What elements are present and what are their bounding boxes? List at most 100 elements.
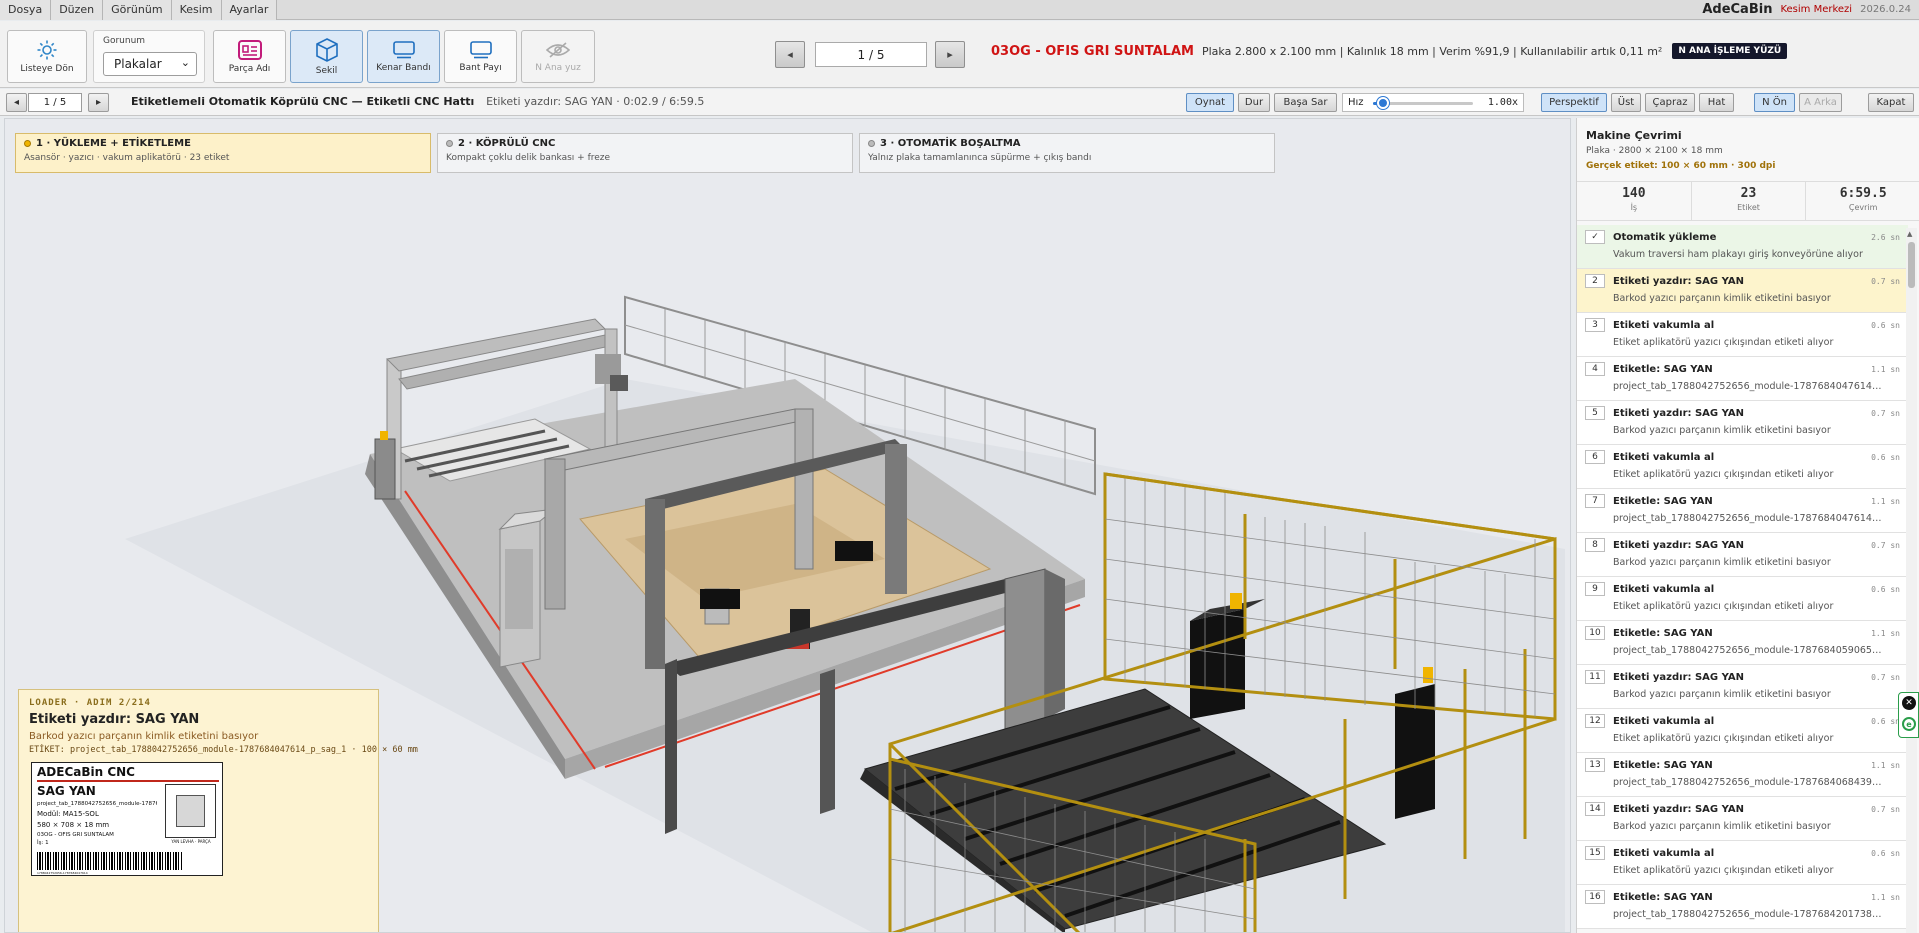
label-thumb-text: YAN LEVHA · PARÇA [171, 839, 211, 844]
label-material: 03OG - OFIS GRI SUNTALAM [37, 832, 114, 838]
step-row[interactable]: 10 Etiketle: SAG YAN project_tab_178804275… [1577, 621, 1908, 665]
view-select[interactable]: Plakalar ⌄ [103, 52, 197, 76]
edge-band-button[interactable]: Kenar Bandı [367, 30, 440, 83]
step-row[interactable]: 3 Etiketi vakumla al Etiket aplikatörü yaz… [1577, 313, 1908, 357]
stage-cnc-label: 2 · KÖPRÜLÜ CNC [458, 138, 556, 149]
sheet-details: Plaka 2.800 x 2.100 mm | Kalınlık 18 mm … [1201, 44, 1663, 58]
chevron-left-icon: ◂ [787, 48, 793, 61]
step-row[interactable]: 4 Etiketle: SAG YAN project_tab_1788042752… [1577, 357, 1908, 401]
machine-3d-viewport[interactable]: 1 · YÜKLEME + ETİKETLEME Asansör · yazıc… [4, 118, 1571, 933]
step-row-desc: project_tab_1788042752656_module-1787684… [1613, 381, 1883, 392]
step-number: 3 [1585, 318, 1605, 332]
step-row-title: Etiketi vakumla al [1613, 716, 1715, 727]
step-row[interactable]: 11 Etiketi yazdır: SAG YAN Barkod yazıcı p… [1577, 665, 1908, 709]
close-sim-button[interactable]: Kapat [1868, 93, 1914, 112]
stage-cnc[interactable]: 2 · KÖPRÜLÜ CNC Kompakt çoklu delik bank… [437, 133, 853, 173]
band-allowance-button[interactable]: Bant Payı [444, 30, 517, 83]
step-row[interactable]: 9 Etiketi vakumla al Etiket aplikatörü yaz… [1577, 577, 1908, 621]
stat-cycle: 6:59.5 Çevrim [1806, 182, 1919, 220]
step-row[interactable]: 12 Etiketi vakumla al Etiket aplikatörü ya… [1577, 709, 1908, 753]
step-row[interactable]: 7 Etiketle: SAG YAN project_tab_1788042752… [1577, 489, 1908, 533]
back-to-list-button[interactable]: Listeye Dön [7, 30, 87, 83]
edge-band-label: Kenar Bandı [376, 62, 431, 73]
step-number: 14 [1585, 802, 1605, 816]
step-row-title: Etiketi yazdır: SAG YAN [1613, 408, 1745, 419]
step-number: 12 [1585, 714, 1605, 728]
step-row[interactable]: 14 Etiketi yazdır: SAG YAN Barkod yazıcı p… [1577, 797, 1908, 841]
step-row[interactable]: 6 Etiketi vakumla al Etiket aplikatörü yaz… [1577, 445, 1908, 489]
sim-prev-button[interactable]: ◂ [6, 93, 27, 112]
step-row-title: Etiketi vakumla al [1613, 848, 1715, 859]
chevron-down-icon: ⌄ [180, 56, 190, 69]
stat-jobs-value: 140 [1622, 186, 1646, 201]
menu-edit[interactable]: Düzen [51, 0, 104, 20]
step-row[interactable]: 2 Etiketi yazdır: SAG YAN Barkod yazıcı pa… [1577, 269, 1908, 313]
next-sheet-button[interactable]: ▸ [935, 41, 965, 68]
play-button[interactable]: Oynat [1186, 93, 1234, 112]
label-rule [37, 780, 219, 782]
view-group: Gorunum Plakalar ⌄ [93, 30, 205, 83]
speed-control: Hız 1.00x [1342, 93, 1524, 112]
step-row-title: Otomatik yükleme [1613, 232, 1717, 243]
step-row[interactable]: 15 Etiketi vakumla al Etiket aplikatörü ya… [1577, 841, 1908, 885]
part-name-button[interactable]: Parça Adı [213, 30, 286, 83]
step-row-time: 0.7 sn [1871, 409, 1900, 418]
eye-off-icon [546, 41, 570, 58]
restart-button[interactable]: Başa Sar [1274, 93, 1337, 112]
sheet-code: 03OG - OFIS GRI SUNTALAM [991, 43, 1194, 59]
stage-cnc-desc: Kompakt çoklu delik bankası + freze [446, 153, 611, 163]
menu-settings[interactable]: Ayarlar [221, 0, 278, 20]
step-row[interactable]: 13 Etiketle: SAG YAN project_tab_178804275… [1577, 753, 1908, 797]
step-row-title: Etiketi yazdır: SAG YAN [1613, 672, 1745, 683]
shape-button[interactable]: Sekil [290, 30, 363, 83]
view-line-button[interactable]: Hat [1699, 93, 1734, 112]
stage-unloading[interactable]: 3 · OTOMATİK BOŞALTMA Yalnız plaka tamam… [859, 133, 1275, 173]
prev-sheet-button[interactable]: ◂ [775, 41, 805, 68]
machine-cycle-panel: Makine Çevrimi Plaka · 2800 × 2100 × 18 … [1576, 118, 1919, 933]
part-name-label: Parça Adı [228, 63, 271, 74]
speed-slider[interactable] [1377, 97, 1389, 109]
edit-icon[interactable]: e [1902, 717, 1916, 731]
stage-loading[interactable]: 1 · YÜKLEME + ETİKETLEME Asansör · yazıc… [15, 133, 431, 173]
step-row-title: Etiketle: SAG YAN [1613, 496, 1713, 507]
close-icon[interactable]: ✕ [1902, 696, 1916, 710]
stage-unloading-label: 3 · OTOMATİK BOŞALTMA [880, 138, 1021, 149]
view-perspective-button[interactable]: Perspektif [1541, 93, 1607, 112]
menu-view[interactable]: Görünüm [103, 0, 172, 20]
menu-file[interactable]: Dosya [0, 0, 52, 20]
step-row[interactable]: 8 Etiketi yazdır: SAG YAN Barkod yazıcı pa… [1577, 533, 1908, 577]
main-face-button[interactable]: N Ana yuz [521, 30, 595, 83]
back-face-button[interactable]: A Arka [1799, 93, 1842, 112]
scroll-up-icon: ▲ [1907, 230, 1913, 238]
view-top-button[interactable]: Üst [1611, 93, 1641, 112]
sim-page-field[interactable]: 1 / 5 [28, 93, 82, 112]
step-row-desc: project_tab_1788042752656_module-1787684… [1613, 909, 1883, 920]
step-row[interactable]: 16 Etiketle: SAG YAN project_tab_178804275… [1577, 885, 1908, 929]
scrollbar-thumb[interactable] [1908, 242, 1915, 288]
step-row-desc: Barkod yazıcı parçanın kimlik etiketini … [1613, 557, 1831, 568]
step-row[interactable]: 5 Etiketi yazdır: SAG YAN Barkod yazıcı pa… [1577, 401, 1908, 445]
step-row-time: 0.6 sn [1871, 321, 1900, 330]
step-row-time: 0.6 sn [1871, 849, 1900, 858]
step-list-scrollbar[interactable]: ▲ [1906, 228, 1917, 933]
stat-jobs: 140 İş [1577, 182, 1692, 220]
view-diagonal-button[interactable]: Çapraz [1645, 93, 1695, 112]
front-face-button[interactable]: N Ön [1754, 93, 1795, 112]
stop-button[interactable]: Dur [1238, 93, 1270, 112]
step-row-time: 1.1 sn [1871, 629, 1900, 638]
step-row-desc: Barkod yazıcı parçanın kimlik etiketini … [1613, 293, 1831, 304]
simulation-bar: ◂ 1 / 5 ▸ Etiketlemeli Otomatik Köprülü … [0, 89, 1919, 116]
menu-cut[interactable]: Kesim [171, 0, 222, 20]
step-row-time: 0.7 sn [1871, 673, 1900, 682]
sim-next-button[interactable]: ▸ [88, 93, 109, 112]
cube-icon [315, 37, 338, 62]
stage-loading-title: 1 · YÜKLEME + ETİKETLEME [24, 138, 422, 149]
step-row-time: 0.7 sn [1871, 541, 1900, 550]
stage-loading-desc: Asansör · yazıcı · vakum aplikatörü · 23… [24, 153, 230, 163]
step-row[interactable]: ✓ Otomatik yükleme Vakum traversi ham plak… [1577, 225, 1908, 269]
step-row-title: Etiketle: SAG YAN [1613, 628, 1713, 639]
step-row-title: Etiketi vakumla al [1613, 320, 1715, 331]
step-number: 7 [1585, 494, 1605, 508]
stat-labels-label: Etiket [1737, 203, 1760, 212]
sheet-page-field[interactable]: 1 / 5 [815, 42, 927, 67]
